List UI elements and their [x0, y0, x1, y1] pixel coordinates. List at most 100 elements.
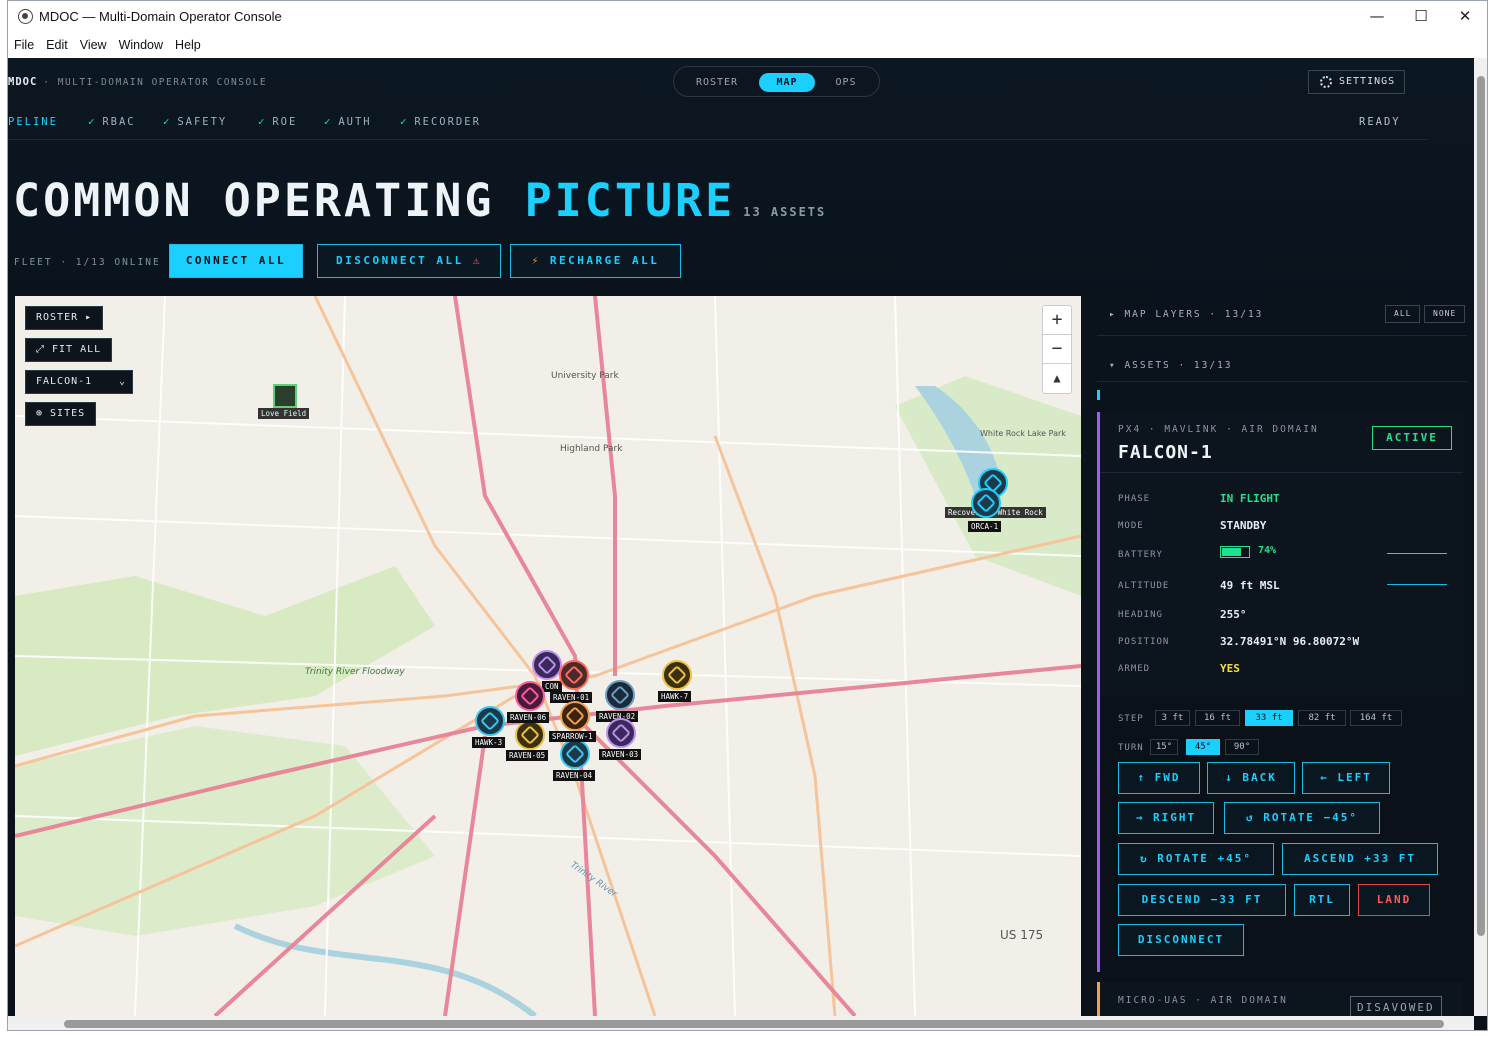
menu-edit[interactable]: Edit [40, 33, 74, 52]
assets-header: ▾ ASSETS · 13/13 [1109, 360, 1233, 371]
brand-name: MDOC [8, 76, 38, 88]
vertical-scrollbar[interactable] [1474, 58, 1487, 1016]
drone-marker[interactable] [560, 739, 590, 769]
title-part: COMMON OPERATING [13, 174, 495, 227]
marker-label: RAVEN-05 [506, 750, 549, 761]
asset-card[interactable]: PX4 · MAVLINK · AIR DOMAIN FALCON-1 ACTI… [1097, 412, 1463, 972]
connect-all-button[interactable]: CONNECT ALL [169, 244, 303, 278]
tab-ops[interactable]: OPS [822, 73, 870, 92]
drone-marker[interactable] [662, 660, 692, 690]
menu-help[interactable]: Help [169, 33, 207, 52]
bolt-icon: ⚡ [531, 254, 541, 267]
minimize-button[interactable]: — [1355, 5, 1399, 29]
turn-option[interactable]: 90° [1225, 739, 1259, 755]
marker-label: SPARROW-1 [549, 731, 596, 742]
site-icon[interactable] [273, 384, 297, 408]
roster-toggle-button[interactable]: ROSTER ▸ [25, 306, 104, 330]
horizontal-scrollbar[interactable] [8, 1016, 1474, 1030]
app-icon [18, 9, 33, 24]
pipeline-item-label: RBAC [102, 116, 136, 128]
title-bar: MDOC — Multi-Domain Operator Console — ☐… [8, 1, 1487, 33]
back-button[interactable]: ↓ BACK [1207, 762, 1295, 794]
asset-select[interactable]: FALCON-1 ⌄ [25, 370, 133, 394]
telemetry-value: 255° [1220, 608, 1247, 621]
right-button[interactable]: → RIGHT [1118, 802, 1214, 834]
turn-option[interactable]: 45° [1186, 739, 1220, 755]
recharge-all-label: RECHARGE ALL [549, 254, 660, 267]
ascend-button[interactable]: ASCEND +33 FT [1282, 843, 1438, 875]
step-option[interactable]: 82 ft [1298, 710, 1346, 726]
rotate-right-button[interactable]: ↻ ROTATE +45° [1118, 843, 1274, 875]
check-icon: ✓ [258, 116, 267, 128]
drone-icon [480, 711, 500, 731]
step-option[interactable]: 3 ft [1155, 710, 1190, 726]
left-button[interactable]: ← LEFT [1302, 762, 1390, 794]
rtl-button[interactable]: RTL [1294, 884, 1350, 916]
disconnect-all-button[interactable]: DISCONNECT ALL ⚠ [317, 244, 501, 278]
maximize-button[interactable]: ☐ [1399, 5, 1443, 29]
telemetry-value: 32.78491°N 96.80072°W [1220, 635, 1360, 648]
settings-button[interactable]: SETTINGS [1308, 70, 1405, 94]
brand: MDOC · MULTI-DOMAIN OPERATOR CONSOLE [8, 76, 267, 88]
window-title: MDOC — Multi-Domain Operator Console [39, 9, 282, 24]
step-option[interactable]: 164 ft [1350, 710, 1402, 726]
drone-icon [611, 723, 631, 743]
menu-view[interactable]: View [74, 33, 113, 52]
drone-marker[interactable] [532, 650, 562, 680]
drone-marker[interactable] [475, 706, 505, 736]
drone-icon [520, 725, 540, 745]
step-option[interactable]: 16 ft [1195, 710, 1240, 726]
layers-none-button[interactable]: NONE [1424, 305, 1466, 323]
asset-domain: PX4 · MAVLINK · AIR DOMAIN [1118, 424, 1319, 435]
recharge-all-button[interactable]: ⚡ RECHARGE ALL [510, 244, 681, 278]
disconnect-all-label: DISCONNECT ALL [336, 254, 464, 267]
descend-button[interactable]: DESCEND −33 FT [1118, 884, 1286, 916]
list-scroll-marker [1097, 390, 1100, 400]
compass-icon[interactable]: ▲ [1043, 364, 1071, 393]
marker-label: ORCA-1 [968, 521, 1002, 532]
drone-marker[interactable] [559, 660, 589, 690]
check-icon: ✓ [324, 116, 333, 128]
fit-all-button[interactable]: ⤢ FIT ALL [25, 338, 113, 362]
assets-section[interactable]: ▾ ASSETS · 13/13 [1097, 346, 1467, 382]
rotate-left-button[interactable]: ↺ ROTATE −45° [1224, 802, 1380, 834]
asset-name: FALCON-1 [1118, 442, 1213, 463]
page-title: COMMON OPERATING PICTURE 13 ASSETS [13, 174, 826, 227]
check-icon: ✓ [163, 116, 172, 128]
drone-marker[interactable] [605, 680, 635, 710]
menu-window[interactable]: Window [113, 33, 169, 52]
tab-map[interactable]: MAP [759, 73, 815, 92]
scroll-thumb[interactable] [1477, 76, 1485, 936]
map-view[interactable]: University Park Highland Park White Rock… [15, 296, 1081, 1016]
zoom-in-button[interactable]: + [1043, 306, 1071, 335]
turn-option[interactable]: 15° [1150, 739, 1178, 755]
close-button[interactable]: ✕ [1443, 5, 1487, 29]
marker-label: CON [542, 681, 562, 692]
map-label: White Rock Lake Park [980, 429, 1066, 438]
sites-button[interactable]: ⊕ SITES [25, 402, 97, 426]
land-button[interactable]: LAND [1358, 884, 1430, 916]
telemetry-value: 49 ft MSL [1220, 579, 1280, 592]
view-switcher: ROSTER MAP OPS [673, 66, 880, 97]
drone-icon [565, 744, 585, 764]
drone-marker[interactable] [560, 701, 590, 731]
pipeline-item: PELINE [8, 116, 58, 128]
scroll-thumb[interactable] [64, 1020, 1444, 1028]
drone-icon [537, 655, 557, 675]
gear-icon [1320, 76, 1332, 88]
forward-button[interactable]: ↑ FWD [1118, 762, 1200, 794]
menu-file[interactable]: File [8, 33, 40, 52]
command-panel: STEP 3 ft 16 ft 33 ft 82 ft 164 ft TURN … [1100, 696, 1463, 972]
asset-card-next[interactable]: MICRO-UAS · AIR DOMAIN DISAVOWED [1097, 982, 1463, 1016]
boat-marker[interactable] [971, 488, 1001, 518]
step-option[interactable]: 33 ft [1245, 710, 1293, 726]
telemetry-value: STANDBY [1220, 519, 1267, 532]
drone-marker[interactable] [515, 681, 545, 711]
tab-roster[interactable]: ROSTER [684, 73, 750, 92]
map-layers-section[interactable]: ▸ MAP LAYERS · 13/13 ALL NONE [1097, 296, 1467, 336]
disconnect-button[interactable]: DISCONNECT [1118, 924, 1244, 956]
drone-marker[interactable] [515, 720, 545, 750]
drone-marker[interactable] [606, 718, 636, 748]
zoom-out-button[interactable]: − [1043, 335, 1071, 364]
layers-all-button[interactable]: ALL [1385, 305, 1421, 323]
